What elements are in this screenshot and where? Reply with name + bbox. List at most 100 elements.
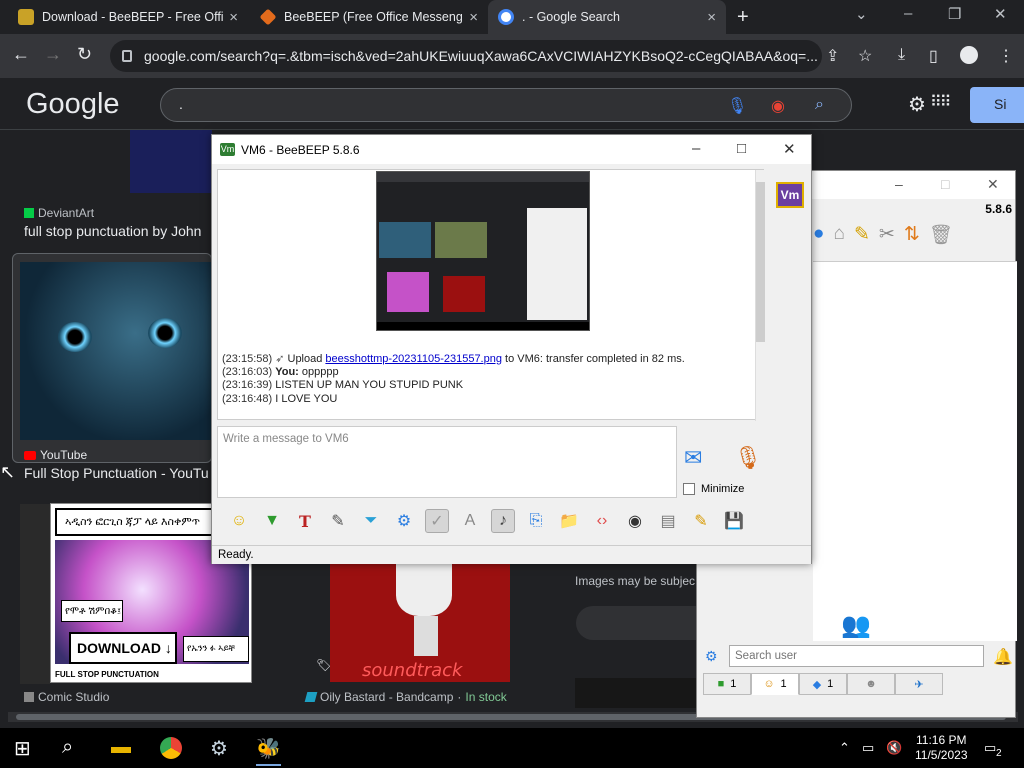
font-icon[interactable]: T [293,509,317,533]
home-icon[interactable]: ⌂ [833,223,844,247]
tab-google-search[interactable]: . - Google Search × [488,0,726,34]
minimize-icon[interactable]: – [904,5,912,22]
restore-icon[interactable]: ❐ [948,5,961,23]
forward-icon[interactable]: → [44,44,62,65]
result-thumbnail-bandcamp[interactable]: soundtrack [330,564,510,682]
apps-grid-icon[interactable]: ⠿⠿ [930,92,951,112]
trash-icon[interactable]: 🗑 [929,223,953,247]
search-icon[interactable]: ⌕ [62,736,73,759]
screenshot-icon[interactable]: ◉ [623,509,647,533]
message-row: (23:15:58) ➶ Upload beesshottmp-20231105… [222,353,685,366]
code-icon[interactable]: ‹› [590,509,614,533]
steam-icon[interactable]: ⚙ [210,736,228,761]
checkbox-box[interactable] [683,483,695,495]
volume-icon[interactable]: 🔇 [886,740,902,756]
message-input[interactable]: Write a message to VM6 [217,426,677,498]
minimize-checkbox[interactable]: Minimize [683,483,744,495]
font-color-icon[interactable]: ✎ [326,509,350,533]
clear-history-icon[interactable]: ▤ [656,509,680,533]
network-icon[interactable]: ● [813,223,824,247]
tools-icon[interactable]: ✂ [879,223,895,247]
tab-groups[interactable]: ◆ 1 [799,673,847,695]
filter-icon[interactable]: ⏷ [359,509,383,533]
tab-beebeep-download[interactable]: Download - BeeBEEP - Free Offic × [8,0,248,34]
settings-icon[interactable]: ⚙ [908,92,926,117]
close-tab-icon[interactable]: × [707,9,716,26]
close-window-icon[interactable]: ✕ [987,176,999,193]
result-thumbnail-deviantart[interactable] [130,130,212,193]
minimize-icon[interactable]: – [692,140,700,157]
close-window-icon[interactable]: ✕ [783,140,796,158]
send-folder-icon[interactable]: 📁 [557,509,581,533]
file-link[interactable]: beesshottmp-20231105-231557.png [325,353,502,365]
save-icon[interactable]: 💾 [722,509,746,533]
status-bar: Ready. [212,545,811,564]
search-icon[interactable]: ⌕ [815,96,824,114]
file-explorer-icon[interactable]: ▬ [111,736,131,759]
close-window-icon[interactable]: ✕ [994,5,1007,23]
chrome-icon[interactable] [160,737,182,759]
search-input[interactable] [179,96,699,112]
side-panel-icon[interactable]: ▯ [929,46,938,66]
lens-icon[interactable]: ◉ [771,96,785,116]
voice-search-icon[interactable]: 🎙 [727,96,747,116]
microphone-icon[interactable]: 🎙 [734,445,762,471]
bell-icon[interactable]: 🔔 [993,647,1013,667]
notifications-icon[interactable]: ▭ [984,740,996,756]
tab-users[interactable]: ☺ 1 [751,673,799,695]
tab-beebeep-site[interactable]: BeeBEEP (Free Office Messenger) × [250,0,488,34]
close-tab-icon[interactable]: × [229,9,238,26]
result-title[interactable]: full stop punctuation by John [24,223,210,239]
share-icon[interactable]: ⇪ [826,46,839,66]
message-text: Upload [284,353,326,365]
network-tray-icon[interactable]: ▭ [862,740,874,756]
download-icon[interactable]: ⤓ [898,46,905,64]
google-logo[interactable]: Google [26,88,120,121]
back-icon[interactable]: ← [12,44,30,65]
windows-start-icon[interactable]: ⊞ [14,736,31,761]
edit-status-icon[interactable]: ✎ [854,223,870,247]
chat-history[interactable]: (23:15:58) ➶ Upload beesshottmp-20231105… [217,169,765,421]
result-title[interactable]: Full Stop Punctuation - YouTu [24,465,210,481]
send-message-icon[interactable]: ✉ [684,445,702,471]
search-user-input[interactable] [729,645,984,667]
clock-time: 11:16 PM [916,733,967,747]
tray-chevron-icon[interactable]: ⌃ [839,740,850,756]
send-file-icon[interactable]: ⎘ [524,509,548,533]
beebeep-taskbar-icon[interactable]: 🐝 [256,728,281,766]
tab-files[interactable]: ✈ [895,673,943,695]
kebab-menu-icon[interactable]: ⋮ [998,46,1014,66]
reload-icon[interactable]: ↻ [77,44,92,65]
spellcheck-icon[interactable]: ✓ [425,509,449,533]
bookmark-star-icon[interactable]: ☆ [858,46,872,66]
minimize-icon[interactable]: – [895,176,903,192]
preview-thumb [435,222,487,258]
amharic-bubble: የኡንን ፉ ኣይቸ [183,636,249,662]
sign-in-button[interactable]: Si [970,87,1024,123]
chat-scrollbar[interactable] [755,170,765,421]
sync-icon[interactable]: ⇅ [904,223,920,247]
taskbar-clock[interactable]: 11:16 PM 11/5/2023 [915,733,968,763]
buzz-icon[interactable]: ♪ [491,509,515,533]
color-drop-icon[interactable]: ▼ [260,509,284,533]
user-avatar[interactable]: Vm [776,182,804,208]
profile-icon[interactable] [960,46,978,64]
note-icon[interactable]: ✎ [689,509,713,533]
new-tab-button[interactable]: + [737,6,749,29]
tab-search-icon[interactable]: ⌄ [855,5,868,23]
address-bar[interactable]: google.com/search?q=.&tbm=isch&ved=2ahUK… [110,40,822,72]
settings-gear-icon[interactable]: ⚙ [705,648,718,665]
scrollbar-thumb[interactable] [756,182,765,342]
emoticon-icon[interactable]: ☺ [227,509,251,533]
users-group-icon: 👥 [841,612,871,639]
maximize-icon[interactable]: □ [941,176,949,192]
screenshot-preview-image[interactable] [376,171,590,331]
close-tab-icon[interactable]: × [469,9,478,26]
word-complete-icon[interactable]: A [458,509,482,533]
google-search-box[interactable]: 🎙 ◉ ⌕ [160,88,852,122]
tab-chats[interactable]: ■ 1 [703,673,751,695]
result-thumbnail-youtube[interactable] [20,262,212,440]
settings-gear-icon[interactable]: ⚙ [392,509,416,533]
tab-shares[interactable]: ☻ [847,673,895,695]
maximize-icon[interactable]: □ [737,140,746,157]
